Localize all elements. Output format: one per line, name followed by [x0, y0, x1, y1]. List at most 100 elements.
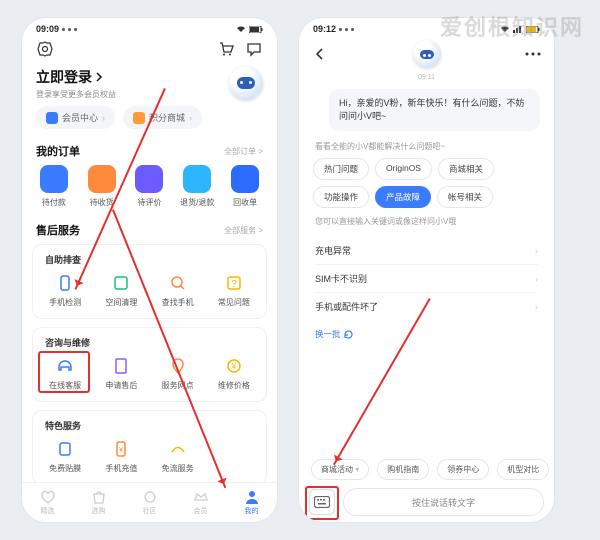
- special-empty: [209, 438, 259, 474]
- suggestion-2[interactable]: SIM卡不识别›: [315, 265, 538, 293]
- refresh-icon: [344, 330, 353, 339]
- keyboard-button[interactable]: [309, 489, 335, 515]
- order-refund[interactable]: 退货/退款: [176, 165, 218, 208]
- pill-fault[interactable]: 产品故障: [375, 186, 431, 208]
- online-service[interactable]: 在线客服: [40, 355, 90, 391]
- points-mall-chip[interactable]: 积分商城›: [123, 106, 202, 129]
- phone-profile: 09:09 立即登: [22, 18, 277, 522]
- ql-buy-guide[interactable]: 购机指南: [377, 459, 429, 480]
- wallet-icon: [40, 165, 68, 193]
- heart-icon: [40, 489, 56, 505]
- settings-button[interactable]: [36, 40, 54, 58]
- order-recycle[interactable]: 回收单: [224, 165, 266, 208]
- tab-mine[interactable]: 我的: [244, 489, 260, 516]
- greeting-bubble: Hi，亲爱的V粉，新年快乐！有什么问题，不妨问问小V吧~: [329, 89, 540, 131]
- pill-account[interactable]: 帐号相关: [437, 186, 493, 208]
- form-icon: [112, 357, 130, 375]
- apply-aftersale[interactable]: 申请售后: [96, 355, 146, 391]
- price-icon: ¥: [225, 357, 243, 375]
- service-point[interactable]: 服务网点: [153, 355, 203, 391]
- svg-text:?: ?: [231, 279, 237, 290]
- back-button[interactable]: [311, 45, 329, 63]
- svg-text:¥: ¥: [119, 447, 123, 454]
- selfcheck-title: 自助排查: [37, 253, 262, 272]
- wifi-icon: [236, 25, 246, 33]
- voice-input[interactable]: 按住说话转文字: [343, 488, 544, 516]
- chevron-right-icon: [94, 72, 104, 82]
- film-icon: [56, 440, 74, 458]
- bag-icon: [91, 489, 107, 505]
- chat-header: [299, 36, 554, 72]
- suggestion-3[interactable]: 手机或配件坏了›: [315, 293, 538, 320]
- space-clean[interactable]: 空间清理: [96, 272, 146, 308]
- consult-box: 咨询与维修 在线客服 申请售后 服务网点 ¥维修价格: [32, 327, 267, 402]
- free-data[interactable]: 免流服务: [153, 438, 203, 474]
- phones-wrapper: 09:09 立即登: [0, 0, 600, 540]
- phone-icon: [56, 274, 74, 292]
- phone-recharge[interactable]: ¥手机充值: [96, 438, 146, 474]
- ql-compare[interactable]: 机型对比: [497, 459, 549, 480]
- free-film[interactable]: 免费贴膜: [40, 438, 90, 474]
- keyboard-icon: [314, 496, 330, 508]
- special-box: 特色服务 免费贴膜 ¥手机充值 免流服务: [32, 410, 267, 485]
- bot-avatar: [413, 40, 441, 68]
- crown-icon: [193, 489, 209, 505]
- data-icon: [169, 440, 187, 458]
- recharge-icon: ¥: [112, 440, 130, 458]
- order-pending-ship[interactable]: 待收货: [81, 165, 123, 208]
- ql-coupon[interactable]: 领券中心: [437, 459, 489, 480]
- repair-price[interactable]: ¥维修价格: [209, 355, 259, 391]
- phone-check[interactable]: 手机检测: [40, 272, 90, 308]
- search-icon: [169, 274, 187, 292]
- orders-all-link[interactable]: 全部订单 >: [224, 146, 263, 157]
- aftersale-all-link[interactable]: 全部服务 >: [224, 225, 263, 236]
- suggestion-list: 充电异常› SIM卡不识别› 手机或配件坏了›: [299, 233, 554, 322]
- phone-chat: 09:12 09:11 Hi，亲爱的V粉，新年快乐！有什么问题，不妨问问小V吧~…: [299, 18, 554, 522]
- orders-header: 我的订单 全部订单 >: [22, 139, 277, 165]
- pill-originos[interactable]: OriginOS: [375, 158, 432, 180]
- pill-function[interactable]: 功能操作: [313, 186, 369, 208]
- message-button[interactable]: [245, 40, 263, 58]
- member-chips: 会员中心› 积分商城›: [22, 106, 277, 139]
- pill-hot[interactable]: 热门问题: [313, 158, 369, 180]
- diamond-icon: [46, 112, 58, 124]
- chat-timestamp: 09:11: [299, 72, 554, 85]
- tab-featured[interactable]: 精选: [40, 489, 56, 516]
- status-bar: 09:12: [299, 18, 554, 36]
- avatar[interactable]: [229, 66, 263, 100]
- pill-mall[interactable]: 商城相关: [438, 158, 494, 180]
- ql-mall-activity[interactable]: 商城活动 ▾: [311, 459, 369, 480]
- cart-button[interactable]: [217, 40, 235, 58]
- community-icon: [142, 489, 158, 505]
- refund-icon: [183, 165, 211, 193]
- tab-shop[interactable]: 选购: [91, 489, 107, 516]
- category-pills: 热门问题 OriginOS 商城相关 功能操作 产品故障 帐号相关: [299, 158, 554, 214]
- more-button[interactable]: [524, 45, 542, 63]
- message-icon: [246, 41, 262, 57]
- headset-icon: [56, 357, 74, 375]
- gear-icon: [37, 41, 53, 57]
- order-pending-pay[interactable]: 待付款: [33, 165, 75, 208]
- signal-icon: [513, 25, 523, 33]
- find-phone[interactable]: 查找手机: [153, 272, 203, 308]
- login-title: 立即登录: [36, 67, 116, 87]
- refresh-button[interactable]: 换一批: [299, 322, 554, 344]
- faq[interactable]: ?常见问题: [209, 272, 259, 308]
- tab-community[interactable]: 社区: [142, 489, 158, 516]
- consult-title: 咨询与维修: [37, 336, 262, 355]
- login-subtitle: 登录享受更多会员权益: [36, 89, 116, 100]
- top-bar: [22, 36, 277, 64]
- order-pending-review[interactable]: 待评价: [128, 165, 170, 208]
- status-time: 09:12: [313, 24, 336, 34]
- hint-2: 您可以直接输入关键词或像这样问小V哦: [299, 214, 554, 233]
- clean-icon: [112, 274, 130, 292]
- special-title: 特色服务: [37, 419, 262, 438]
- member-center-chip[interactable]: 会员中心›: [36, 106, 115, 129]
- hint-1: 看看全能的小V都能解决什么问题吧~: [299, 139, 554, 158]
- suggestion-1[interactable]: 充电异常›: [315, 237, 538, 265]
- quick-links: 商城活动 ▾ 购机指南 领券中心 机型对比 以: [299, 459, 554, 480]
- tab-member[interactable]: 会员: [193, 489, 209, 516]
- chevron-left-icon: [313, 47, 327, 61]
- tab-bar: 精选 选购 社区 会员 我的: [22, 482, 277, 522]
- login-section[interactable]: 立即登录 登录享受更多会员权益: [22, 64, 277, 106]
